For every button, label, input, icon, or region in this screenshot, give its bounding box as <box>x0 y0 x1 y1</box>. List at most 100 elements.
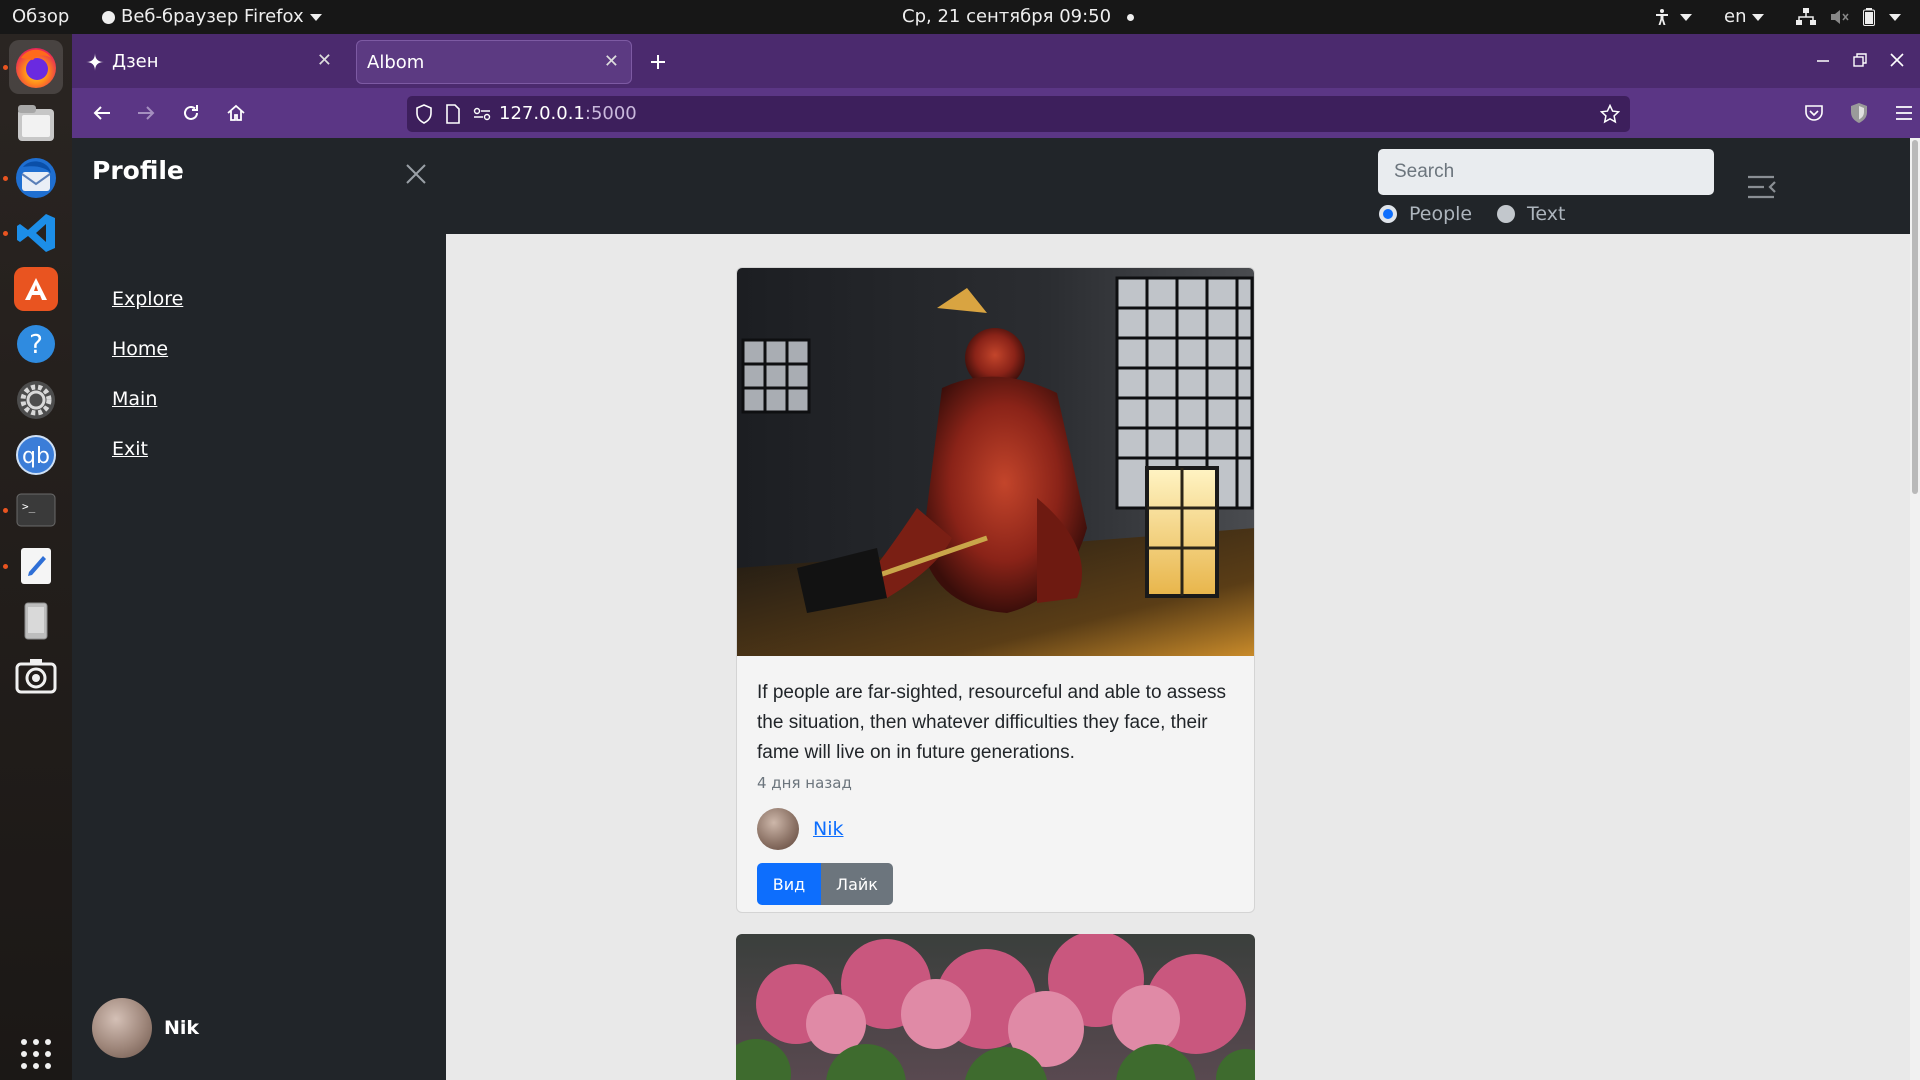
app-menu[interactable]: Веб-браузер Firefox <box>102 0 322 34</box>
restore-button[interactable] <box>1848 48 1872 72</box>
radio-text[interactable]: Text <box>1497 200 1565 228</box>
dock-qbittorrent[interactable]: qb <box>9 428 63 482</box>
help-icon: ? <box>17 325 55 363</box>
dock-thunderbird[interactable] <box>9 151 63 205</box>
like-button[interactable]: Лайк <box>821 863 893 905</box>
site-navbar: People Text <box>446 138 1920 234</box>
dock-help[interactable]: ? <box>9 317 63 371</box>
author-link[interactable]: Nik <box>813 818 844 840</box>
tracking-protection-shield-icon[interactable] <box>415 104 433 124</box>
firefox-window: Дзен ✕ Albom ✕ 127.0.0.1:5000 Search Peo… <box>72 34 1920 1080</box>
post-image[interactable] <box>737 268 1255 656</box>
vscode-icon <box>17 214 55 252</box>
tab-label: Дзен <box>112 51 159 72</box>
system-top-bar: Обзор Веб-браузер Firefox Ср, 21 сентябр… <box>0 0 1920 34</box>
avatar[interactable] <box>92 998 152 1058</box>
post-author: Nik <box>757 808 844 850</box>
app-menu-button[interactable] <box>1888 97 1920 129</box>
svg-text:qb: qb <box>22 444 50 469</box>
volume-muted-icon <box>1830 10 1849 24</box>
dock-settings[interactable] <box>9 373 63 427</box>
radio-button[interactable] <box>1497 205 1515 223</box>
ublock-shield-icon <box>1851 103 1867 123</box>
app-center-icon <box>14 267 58 311</box>
menu-toggler-button[interactable] <box>1746 174 1782 202</box>
restore-icon <box>1853 53 1867 67</box>
nav-link-main[interactable]: Main <box>112 388 157 410</box>
arrow-right-icon <box>138 106 155 120</box>
dock-text-editor[interactable] <box>9 539 63 593</box>
pocket-button[interactable] <box>1798 97 1830 129</box>
svg-text:?: ? <box>29 330 43 360</box>
minimize-button[interactable] <box>1811 48 1835 72</box>
tab-dzen[interactable]: Дзен ✕ <box>74 40 344 84</box>
close-tab-icon[interactable]: ✕ <box>604 51 619 72</box>
dock-removable-drive[interactable] <box>9 594 63 648</box>
url-bar[interactable]: 127.0.0.1:5000 <box>407 96 1630 132</box>
accessibility-menu[interactable] <box>1654 0 1692 34</box>
text-editor-icon <box>21 548 51 584</box>
url-text: 127.0.0.1:5000 <box>499 103 637 124</box>
close-tab-icon[interactable]: ✕ <box>317 50 332 71</box>
reload-icon <box>184 105 198 120</box>
settings-icon <box>17 381 55 419</box>
nav-link-home[interactable]: Home <box>112 338 168 360</box>
page-scrollbar[interactable] <box>1910 138 1920 1080</box>
dock-vscode[interactable] <box>9 206 63 260</box>
radio-people[interactable]: People <box>1379 200 1472 228</box>
dock-files[interactable] <box>9 96 63 150</box>
tab-label: Albom <box>367 52 425 73</box>
new-tab-button[interactable] <box>642 46 674 78</box>
dock-screenshot[interactable] <box>9 650 63 704</box>
radio-label: People <box>1409 203 1473 225</box>
extension-button[interactable] <box>1843 97 1875 129</box>
show-applications-button[interactable] <box>9 1027 63 1080</box>
language-label: en <box>1724 6 1747 27</box>
post-card: If people are far-sighted, resourceful a… <box>736 267 1255 913</box>
permissions-icon[interactable] <box>473 107 491 121</box>
close-window-button[interactable] <box>1885 48 1909 72</box>
battery-icon <box>1863 8 1876 26</box>
tab-albom[interactable]: Albom ✕ <box>356 40 632 84</box>
web-page: People Text <box>72 138 1920 1080</box>
language-menu[interactable]: en <box>1724 0 1765 34</box>
avatar[interactable] <box>757 808 799 850</box>
offcanvas-title: Profile <box>92 156 184 185</box>
clock[interactable]: Ср, 21 сентября 09:50 <box>902 0 1134 34</box>
offcanvas-close-button[interactable] <box>404 162 430 188</box>
home-button[interactable] <box>220 97 252 129</box>
radio-button-selected[interactable] <box>1379 205 1397 223</box>
close-icon <box>1890 53 1904 67</box>
url-host: 127.0.0.1 <box>499 103 585 124</box>
profile-offcanvas: Profile Explore Home Main Exit Nik <box>72 138 446 1080</box>
dock-firefox[interactable] <box>9 40 63 94</box>
view-button[interactable]: Вид <box>757 863 821 905</box>
dzen-favicon-icon <box>86 53 104 71</box>
running-indicator <box>3 65 8 70</box>
nav-link-explore[interactable]: Explore <box>112 288 183 310</box>
clock-label: Ср, 21 сентября 09:50 <box>902 6 1112 27</box>
nav-link-exit[interactable]: Exit <box>112 438 148 460</box>
removable-drive-icon <box>24 602 48 640</box>
arrow-left-icon <box>93 106 110 120</box>
search-input[interactable] <box>1378 149 1714 195</box>
scrollbar-thumb[interactable] <box>1912 140 1918 494</box>
page-info-icon[interactable] <box>445 104 461 124</box>
reload-button[interactable] <box>175 97 207 129</box>
bookmark-star-icon[interactable] <box>1600 104 1620 124</box>
chevron-down-icon <box>1889 13 1902 21</box>
dock-app-center[interactable] <box>9 262 63 316</box>
dock-terminal[interactable]: >_ <box>9 483 63 537</box>
plus-icon <box>651 55 665 69</box>
back-button[interactable] <box>86 97 118 129</box>
system-status-menu[interactable] <box>1796 0 1902 34</box>
post-image[interactable] <box>736 934 1255 1080</box>
network-icon <box>1796 8 1816 25</box>
activities-button[interactable]: Обзор <box>12 0 69 34</box>
offcanvas-user[interactable]: Nik <box>92 998 199 1058</box>
url-port: :5000 <box>584 103 637 124</box>
firefox-small-icon <box>102 10 115 24</box>
minimize-icon <box>1817 60 1829 62</box>
app-menu-label: Веб-браузер Firefox <box>121 6 304 27</box>
forward-button[interactable] <box>130 97 162 129</box>
